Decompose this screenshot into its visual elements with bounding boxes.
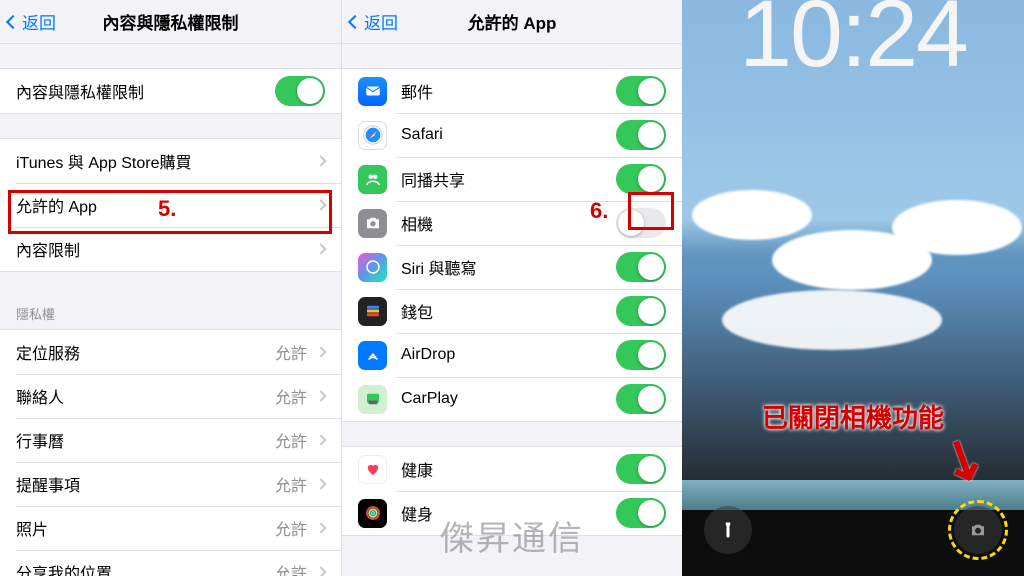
- app-label: 錢包: [401, 299, 616, 323]
- chevron-right-icon: [315, 243, 326, 254]
- row-detail: 允許: [275, 340, 307, 364]
- app-toggle-row[interactable]: 同播共享: [342, 157, 682, 201]
- app-toggle-row[interactable]: 郵件: [342, 69, 682, 113]
- chevron-left-icon: [348, 14, 362, 28]
- settings-row[interactable]: 分享我的位置允許: [0, 550, 341, 576]
- navbar: 返回 允許的 App: [342, 0, 682, 44]
- lock-screen-time: 10:24: [682, 0, 1024, 89]
- row-label: 內容限制: [16, 237, 307, 261]
- shareplay-icon: [358, 165, 387, 194]
- app-label: CarPlay: [401, 390, 616, 408]
- toggle-switch[interactable]: [616, 498, 666, 528]
- row-label: 照片: [16, 516, 275, 540]
- siri-icon: [358, 253, 387, 282]
- settings-row[interactable]: 行事曆允許: [0, 418, 341, 462]
- lock-screen: 10:24 已關閉相機功能 ↘: [682, 0, 1024, 576]
- back-label: 返回: [22, 9, 56, 34]
- row-label: iTunes 與 App Store購買: [16, 149, 307, 173]
- chevron-right-icon: [315, 199, 326, 210]
- app-label: 同播共享: [401, 167, 616, 191]
- wallet-icon: [358, 297, 387, 326]
- app-toggle-row[interactable]: AirDrop: [342, 333, 682, 377]
- row-label: 聯絡人: [16, 384, 275, 408]
- camera-button[interactable]: [954, 506, 1002, 554]
- toggle-switch[interactable]: [275, 76, 325, 106]
- camera-icon: [969, 521, 987, 539]
- app-toggle-row[interactable]: Siri 與聽寫: [342, 245, 682, 289]
- settings-content-privacy-screen: 返回 內容與隱私權限制 內容與隱私權限制 iTunes 與 App Store購…: [0, 0, 341, 576]
- safari-icon: [358, 121, 387, 150]
- health-icon: [358, 455, 387, 484]
- app-toggle-row[interactable]: 健身: [342, 491, 682, 535]
- app-toggle-row[interactable]: 相機: [342, 201, 682, 245]
- toggle-switch[interactable]: [616, 76, 666, 106]
- settings-row[interactable]: 定位服務允許: [0, 330, 341, 374]
- back-label: 返回: [364, 9, 398, 34]
- chevron-right-icon: [315, 434, 326, 445]
- camera-icon: [358, 209, 387, 238]
- back-button[interactable]: 返回: [8, 0, 56, 43]
- chevron-right-icon: [315, 478, 326, 489]
- caption-camera-disabled: 已關閉相機功能: [682, 398, 1024, 435]
- settings-row[interactable]: 允許的 App: [0, 183, 341, 227]
- toggle-switch[interactable]: [616, 252, 666, 282]
- page-title: 允許的 App: [468, 9, 557, 34]
- settings-allowed-apps-screen: 返回 允許的 App 郵件 Safari 同播共享相機 Siri 與聽寫錢包 AirDr…: [341, 0, 682, 576]
- app-label: 健康: [401, 457, 616, 481]
- row-detail: 允許: [275, 516, 307, 540]
- app-label: Safari: [401, 126, 616, 144]
- app-toggle-row[interactable]: 健康: [342, 447, 682, 491]
- page-title: 內容與隱私權限制: [103, 9, 239, 34]
- row-label: 定位服務: [16, 340, 275, 364]
- row-detail: 允許: [275, 560, 307, 576]
- settings-row[interactable]: 聯絡人允許: [0, 374, 341, 418]
- chevron-right-icon: [315, 522, 326, 533]
- toggle-switch[interactable]: [616, 384, 666, 414]
- row-label: 內容與隱私權限制: [16, 79, 275, 103]
- chevron-right-icon: [315, 155, 326, 166]
- settings-row[interactable]: 提醒事項允許: [0, 462, 341, 506]
- chevron-right-icon: [315, 346, 326, 357]
- settings-row[interactable]: 照片允許: [0, 506, 341, 550]
- app-toggle-row[interactable]: 錢包: [342, 289, 682, 333]
- app-label: Siri 與聽寫: [401, 255, 616, 279]
- chevron-left-icon: [6, 14, 20, 28]
- toggle-switch[interactable]: [616, 120, 666, 150]
- row-label: 行事曆: [16, 428, 275, 452]
- toggle-row-content-privacy[interactable]: 內容與隱私權限制: [0, 69, 341, 113]
- app-toggle-row[interactable]: CarPlay: [342, 377, 682, 421]
- carplay-icon: [358, 385, 387, 414]
- section-header-privacy: 隱私權: [0, 296, 341, 329]
- back-button[interactable]: 返回: [350, 0, 398, 43]
- app-toggle-row[interactable]: Safari: [342, 113, 682, 157]
- row-detail: 允許: [275, 428, 307, 452]
- toggle-switch[interactable]: [616, 340, 666, 370]
- settings-row[interactable]: iTunes 與 App Store購買: [0, 139, 341, 183]
- flashlight-button[interactable]: [704, 506, 752, 554]
- fitness-icon: [358, 499, 387, 528]
- airdrop-icon: [358, 341, 387, 370]
- row-label: 提醒事項: [16, 472, 275, 496]
- settings-row[interactable]: 內容限制: [0, 227, 341, 271]
- toggle-switch[interactable]: [616, 296, 666, 326]
- app-label: 郵件: [401, 79, 616, 103]
- app-label: 相機: [401, 211, 616, 235]
- app-label: AirDrop: [401, 346, 616, 364]
- app-label: 健身: [401, 501, 616, 525]
- toggle-switch[interactable]: [616, 164, 666, 194]
- row-detail: 允許: [275, 384, 307, 408]
- row-label: 分享我的位置: [16, 560, 275, 576]
- toggle-switch[interactable]: [616, 208, 666, 238]
- mail-icon: [358, 77, 387, 106]
- flashlight-icon: [719, 521, 737, 539]
- row-label: 允許的 App: [16, 193, 307, 217]
- row-detail: 允許: [275, 472, 307, 496]
- chevron-right-icon: [315, 566, 326, 576]
- navbar: 返回 內容與隱私權限制: [0, 0, 341, 44]
- toggle-switch[interactable]: [616, 454, 666, 484]
- chevron-right-icon: [315, 390, 326, 401]
